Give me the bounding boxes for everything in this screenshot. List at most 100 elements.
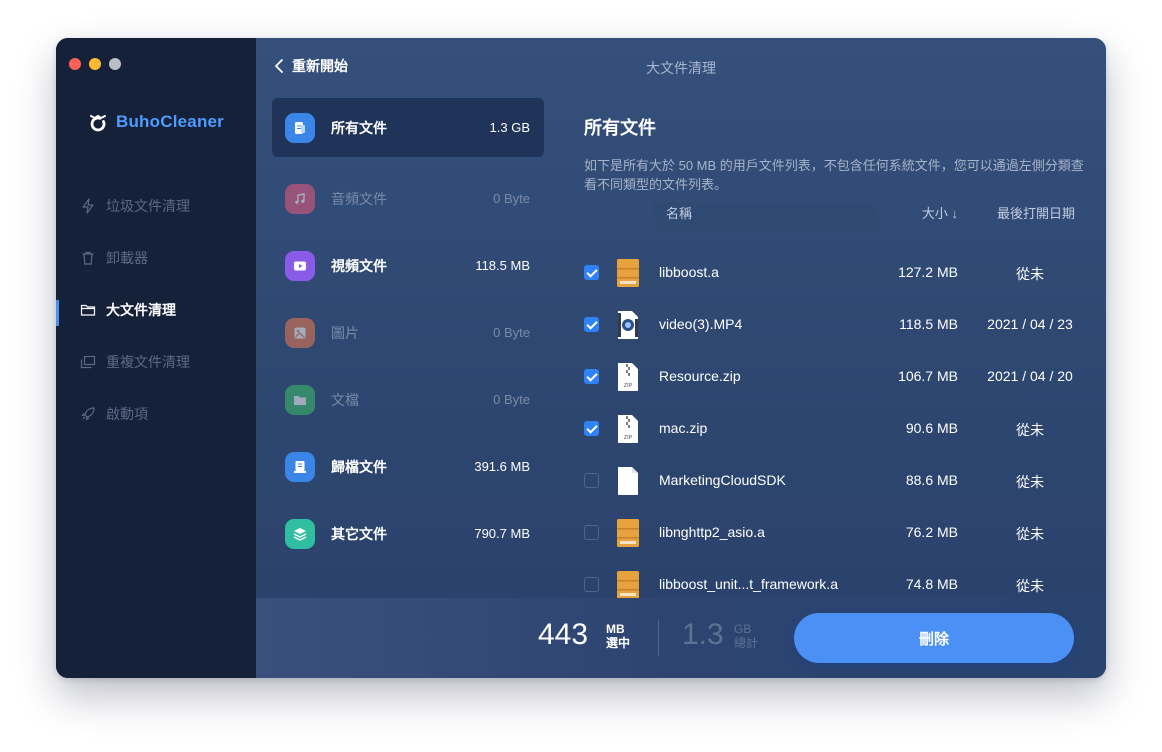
lightning-icon	[80, 198, 96, 214]
sidebar-item-duplicates[interactable]: 重複文件清理	[56, 336, 256, 388]
file-size: 74.8 MB	[905, 576, 958, 592]
footer-bar: 443 MB 選中 1.3 GB 總計 刪除	[256, 598, 1106, 678]
sidebar-item-uninstaller[interactable]: 卸載器	[56, 232, 256, 284]
delete-button[interactable]: 刪除	[794, 613, 1074, 663]
category-size: 1.3 GB	[489, 120, 530, 135]
file-last-opened: 從未	[1016, 578, 1044, 594]
folder-icon	[80, 302, 96, 318]
category-video[interactable]: 視頻文件 118.5 MB	[272, 232, 544, 299]
trash-icon	[80, 250, 96, 266]
category-all-files[interactable]: 所有文件 1.3 GB	[272, 98, 544, 157]
table-row[interactable]: libnghttp2_asio.a 76.2 MB 從未	[584, 506, 1094, 558]
category-size: 790.7 MB	[474, 526, 530, 541]
total-size-value: 1.3	[682, 618, 724, 651]
category-size: 118.5 MB	[475, 258, 530, 273]
file-size: 76.2 MB	[905, 524, 958, 540]
app-window: BuhoCleaner 垃圾文件清理 卸載器 大文件清理 重複文件清理 啟動項 …	[56, 38, 1106, 678]
svg-text:ZIP: ZIP	[624, 383, 633, 389]
file-name: video(3).MP4	[659, 316, 743, 332]
column-header-last-opened[interactable]: 最後打開日期	[978, 202, 1094, 234]
library-file-icon	[617, 259, 639, 287]
row-checkbox[interactable]	[584, 525, 599, 540]
panel-title: 所有文件	[584, 118, 656, 138]
category-archives[interactable]: 歸檔文件 391.6 MB	[272, 433, 544, 500]
total-unit-text: GB	[734, 622, 752, 636]
svg-text:ZIP: ZIP	[624, 435, 633, 441]
category-audio[interactable]: 音頻文件 0 Byte	[272, 165, 544, 232]
file-last-opened: 從未	[1016, 266, 1044, 282]
selected-label: 選中	[606, 636, 631, 650]
sidebar-item-large-files[interactable]: 大文件清理	[56, 284, 256, 336]
sidebar-item-startup[interactable]: 啟動項	[56, 388, 256, 440]
file-size: 127.2 MB	[898, 264, 958, 280]
category-label: 所有文件	[331, 119, 387, 136]
archive-icon	[285, 451, 315, 482]
file-name: libboost.a	[659, 264, 719, 280]
file-name: mac.zip	[659, 420, 708, 436]
sidebar-item-label: 啟動項	[106, 406, 148, 422]
category-other[interactable]: 其它文件 790.7 MB	[272, 500, 544, 567]
close-window-button[interactable]	[69, 58, 81, 70]
category-label: 歸檔文件	[331, 458, 387, 475]
rocket-icon	[80, 406, 96, 422]
sidebar-item-label: 大文件清理	[106, 302, 176, 318]
main-area: 重新開始 大文件清理 所有文件 1.3 GB 音頻文件 0 Byte 視頻文件 …	[256, 38, 1106, 678]
category-documents[interactable]: 文檔 0 Byte	[272, 366, 544, 433]
sidebar-item-label: 重複文件清理	[106, 354, 190, 370]
sidebar-nav: 垃圾文件清理 卸載器 大文件清理 重複文件清理 啟動項	[56, 180, 256, 440]
file-size: 118.5 MB	[899, 316, 958, 332]
column-header-name[interactable]: 名稱	[654, 202, 878, 234]
sidebar-item-junk-cleaner[interactable]: 垃圾文件清理	[56, 180, 256, 232]
duplicate-icon	[80, 354, 96, 370]
zoom-window-button[interactable]	[109, 58, 121, 70]
file-last-opened: 從未	[1016, 526, 1044, 542]
library-file-icon	[617, 571, 639, 599]
file-table: libboost.a 127.2 MB 從未 video(3).MP4 118.…	[584, 246, 1094, 606]
category-size: 0 Byte	[493, 325, 530, 340]
category-label: 音頻文件	[331, 190, 387, 207]
row-checkbox[interactable]	[584, 473, 599, 488]
image-icon	[285, 317, 315, 348]
category-images[interactable]: 圖片 0 Byte	[272, 299, 544, 366]
zip-file-icon: ZIP	[618, 363, 638, 391]
row-checkbox[interactable]	[584, 317, 599, 332]
document-icon	[285, 384, 315, 415]
file-name: libnghttp2_asio.a	[659, 524, 765, 540]
panel-description: 如下是所有大於 50 MB 的用戶文件列表，不包含任何系統文件，您可以通過左側分…	[584, 158, 1084, 192]
table-header: 名稱 大小 ↓ 最後打開日期	[584, 202, 1094, 234]
table-row[interactable]: MarketingCloudSDK 88.6 MB 從未	[584, 454, 1094, 506]
category-label: 圖片	[331, 324, 359, 341]
selected-unit-text: MB	[606, 622, 625, 636]
category-size: 0 Byte	[493, 191, 530, 206]
total-size-unit: GB 總計	[734, 622, 758, 650]
row-checkbox[interactable]	[584, 369, 599, 384]
file-last-opened: 2021 / 04 / 23	[987, 316, 1073, 332]
row-checkbox[interactable]	[584, 421, 599, 436]
footer-divider	[658, 620, 659, 656]
sidebar-item-label: 垃圾文件清理	[106, 198, 190, 214]
table-row[interactable]: ZIP mac.zip 90.6 MB 從未	[584, 402, 1094, 454]
row-checkbox[interactable]	[584, 577, 599, 592]
video-icon	[285, 250, 315, 281]
file-name: Resource.zip	[659, 368, 741, 384]
app-logo: BuhoCleaner	[88, 112, 224, 132]
category-label: 文檔	[331, 391, 359, 408]
file-name: libboost_unit...t_framework.a	[659, 576, 838, 592]
file-size: 88.6 MB	[905, 472, 958, 488]
app-name: BuhoCleaner	[116, 112, 224, 131]
file-name: MarketingCloudSDK	[659, 472, 786, 488]
minimize-window-button[interactable]	[89, 58, 101, 70]
row-checkbox[interactable]	[584, 265, 599, 280]
file-size: 106.7 MB	[898, 368, 958, 384]
file-last-opened: 2021 / 04 / 20	[987, 368, 1073, 384]
table-row[interactable]: libboost.a 127.2 MB 從未	[584, 246, 1094, 298]
category-list: 所有文件 1.3 GB 音頻文件 0 Byte 視頻文件 118.5 MB 圖片…	[272, 98, 544, 567]
owl-logo-icon	[90, 114, 106, 132]
category-size: 0 Byte	[493, 392, 530, 407]
column-header-size[interactable]: 大小 ↓	[878, 202, 978, 234]
file-size: 90.6 MB	[905, 420, 958, 436]
category-size: 391.6 MB	[474, 459, 530, 474]
table-row[interactable]: video(3).MP4 118.5 MB 2021 / 04 / 23	[584, 298, 1094, 350]
table-row[interactable]: ZIP Resource.zip 106.7 MB 2021 / 04 / 20	[584, 350, 1094, 402]
window-title: 大文件清理	[646, 60, 716, 76]
